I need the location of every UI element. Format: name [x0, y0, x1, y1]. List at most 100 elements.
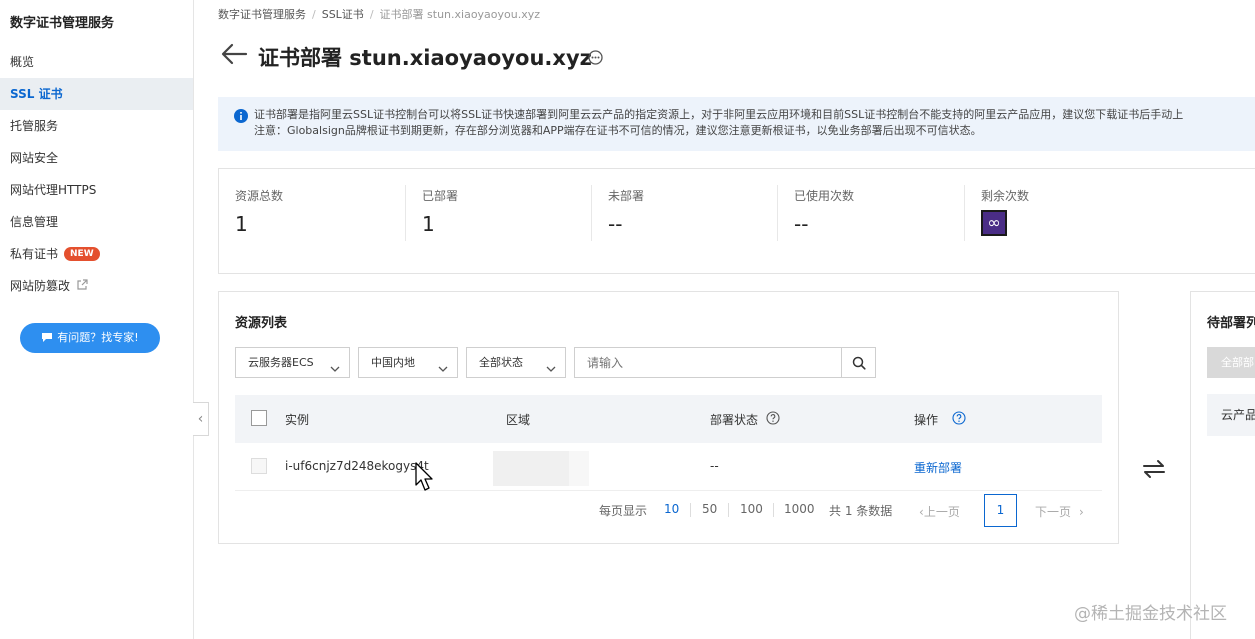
swap-arrows-icon[interactable]	[1141, 457, 1167, 484]
stat-label: 剩余次数	[981, 189, 1030, 203]
sidebar-collapse-button[interactable]: ‹	[193, 402, 209, 436]
column-instance: 实例	[285, 413, 310, 427]
stat-remaining-count: 剩余次数 ∞	[981, 187, 1029, 243]
sidebar-item-label: 信息管理	[10, 215, 59, 229]
sidebar-item-managed-service[interactable]: 托管服务	[0, 110, 193, 142]
column-deploy-status: 部署状态	[710, 411, 780, 429]
column-label: 部署状态	[710, 413, 759, 427]
sidebar-item-label: 网站代理HTTPS	[10, 183, 97, 197]
redeploy-link[interactable]: 重新部署	[914, 459, 962, 476]
deploy-all-button[interactable]: 全部部	[1207, 347, 1255, 378]
notice-warning-text: 注意：Globalsign品牌根证书到期更新，存在部分浏览器和APP端存在证书不…	[254, 124, 982, 137]
chevron-right-icon: ›	[1079, 505, 1084, 519]
page-size-divider	[773, 503, 774, 517]
status-select[interactable]: 全部状态	[466, 347, 566, 378]
pagination-page-size-label: 每页显示	[599, 504, 648, 518]
pending-deploy-card: 待部署列 全部部 云产品	[1190, 291, 1255, 639]
resource-list-card: 资源列表 云服务器ECS 中国内地 全部状态 实例 区域 部署状态 操作 i-u…	[218, 291, 1119, 544]
stat-used-count: 已使用次数 --	[794, 187, 854, 243]
stat-divider	[777, 185, 778, 241]
page-size-100[interactable]: 100	[740, 502, 763, 516]
chevron-down-icon	[329, 357, 341, 386]
page-size-divider	[690, 503, 691, 517]
breadcrumb-item-service[interactable]: 数字证书管理服务	[218, 8, 306, 21]
sidebar: 数字证书管理服务 概览 SSL 证书 托管服务 网站安全 网站代理HTTPS 信…	[0, 0, 194, 639]
help-circle-icon[interactable]	[952, 411, 966, 428]
sidebar-item-tamper-protection[interactable]: 网站防篡改	[0, 270, 193, 302]
breadcrumb-item-current: 证书部署 stun.xiaoyaoyou.xyz	[379, 8, 541, 21]
column-label: 操作	[914, 413, 939, 427]
cell-region-redacted	[493, 451, 569, 486]
row-checkbox[interactable]	[251, 458, 267, 474]
stat-value: 1	[235, 212, 248, 236]
page-size-10[interactable]: 10	[664, 502, 679, 516]
stat-label: 已使用次数	[794, 189, 855, 203]
cloud-product-header: 云产品	[1207, 394, 1255, 436]
stat-label: 已部署	[422, 189, 459, 203]
stat-label: 资源总数	[235, 189, 284, 203]
pending-deploy-title: 待部署列	[1207, 316, 1255, 331]
more-options-icon[interactable]	[588, 50, 603, 68]
sidebar-item-label: 网站安全	[10, 151, 59, 165]
sidebar-item-info-management[interactable]: 信息管理	[0, 206, 193, 238]
resource-list-title: 资源列表	[235, 316, 288, 331]
page-size-50[interactable]: 50	[702, 502, 717, 516]
stat-value: ∞	[987, 213, 1001, 232]
page-title: 证书部署 stun.xiaoyaoyou.xyz	[258, 46, 592, 70]
stat-not-deployed: 未部署 --	[608, 187, 644, 243]
stat-value: --	[608, 212, 623, 236]
sidebar-item-ssl-certificate[interactable]: SSL 证书	[0, 78, 193, 110]
external-link-icon	[76, 271, 88, 303]
back-arrow-icon[interactable]	[220, 40, 248, 71]
stat-divider	[405, 185, 406, 241]
sidebar-item-private-certificate[interactable]: 私有证书 NEW	[0, 238, 193, 270]
product-select[interactable]: 云服务器ECS	[235, 347, 350, 378]
next-page-button[interactable]: 下一页 ›	[1035, 503, 1084, 520]
breadcrumb: 数字证书管理服务 / SSL证书 / 证书部署 stun.xiaoyaoyou.xyz	[218, 6, 540, 22]
stat-value: --	[794, 212, 809, 236]
stat-value: 1	[422, 212, 435, 236]
region-select-value: 中国内地	[371, 356, 415, 369]
page-number-current[interactable]: 1	[984, 494, 1017, 527]
page-size-1000[interactable]: 1000	[784, 502, 815, 516]
sidebar-item-label: 私有证书	[10, 247, 59, 261]
product-select-value: 云服务器ECS	[248, 356, 314, 369]
search-icon	[852, 356, 866, 370]
next-page-label: 下一页	[1035, 505, 1072, 519]
sidebar-item-overview[interactable]: 概览	[0, 46, 193, 78]
cell-region-redacted	[569, 451, 589, 486]
column-actions: 操作	[914, 411, 966, 429]
ask-expert-button[interactable]: 有问题？找专家!	[20, 323, 160, 353]
sidebar-title: 数字证书管理服务	[10, 16, 115, 31]
infinity-icon: ∞	[981, 210, 1007, 236]
notice-text: 证书部署是指阿里云SSL证书控制台可以将SSL证书快速部署到阿里云云产品的指定资…	[254, 108, 1184, 121]
region-select[interactable]: 中国内地	[358, 347, 458, 378]
search-input[interactable]	[574, 347, 842, 378]
breadcrumb-separator: /	[369, 8, 374, 21]
search-button[interactable]	[841, 347, 876, 378]
sidebar-item-label: SSL 证书	[10, 87, 63, 101]
chevron-down-icon	[545, 357, 557, 386]
mouse-cursor-icon	[415, 462, 435, 495]
cell-deploy-status: --	[710, 459, 719, 473]
table-header: 实例 区域 部署状态 操作	[235, 395, 1102, 443]
stats-panel: 资源总数 1 已部署 1 未部署 -- 已使用次数 -- 剩余次数 ∞	[218, 168, 1255, 274]
sidebar-item-label: 网站防篡改	[10, 279, 71, 293]
stat-divider	[964, 185, 965, 241]
select-all-checkbox[interactable]	[251, 410, 267, 426]
prev-page-button[interactable]: ‹上一页	[919, 503, 960, 520]
watermark: @稀土掘金技术社区	[1074, 604, 1227, 624]
breadcrumb-item-ssl[interactable]: SSL证书	[322, 8, 364, 21]
sidebar-item-label: 托管服务	[10, 119, 59, 133]
notice-banner: 证书部署是指阿里云SSL证书控制台可以将SSL证书快速部署到阿里云云产品的指定资…	[218, 97, 1255, 151]
sidebar-item-https-proxy[interactable]: 网站代理HTTPS	[0, 174, 193, 206]
help-circle-icon[interactable]	[766, 411, 780, 428]
page-size-divider	[728, 503, 729, 517]
prev-page-label: 上一页	[923, 505, 960, 519]
sidebar-item-website-security[interactable]: 网站安全	[0, 142, 193, 174]
chevron-down-icon	[437, 357, 449, 386]
new-badge: NEW	[64, 246, 100, 261]
table-row: i-uf6cnjz7d248ekogys4t -- 重新部署	[235, 443, 1102, 491]
cell-instance: i-uf6cnjz7d248ekogys4t	[285, 459, 429, 473]
pagination-total: 共 1 条数据	[829, 504, 893, 518]
